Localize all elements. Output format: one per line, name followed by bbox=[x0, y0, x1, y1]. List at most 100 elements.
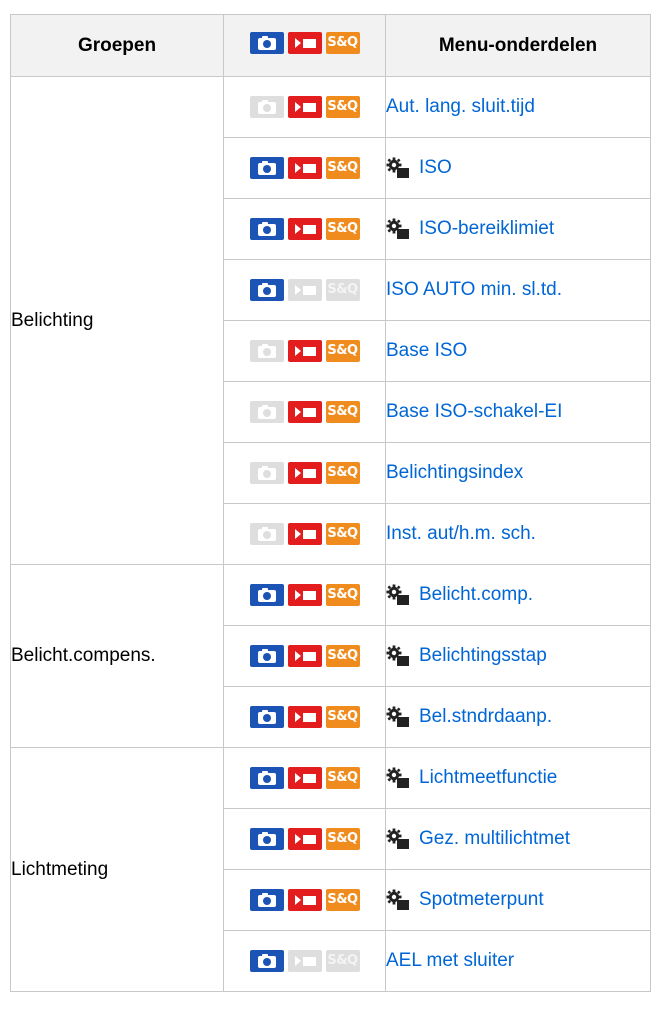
photo-mode-icon bbox=[249, 279, 284, 301]
menu-item-link[interactable]: ISO-bereiklimiet bbox=[419, 218, 554, 240]
slow-quick-mode-icon: S&Q bbox=[325, 340, 360, 362]
header-row: Groepen S&Q Menu-onderdelen bbox=[10, 14, 651, 77]
movie-mode-icon bbox=[287, 157, 322, 179]
menu-item-cell: ISO-bereiklimiet bbox=[385, 198, 651, 260]
camera-gear-icon bbox=[386, 584, 409, 605]
slow-quick-mode-icon: S&Q bbox=[325, 279, 360, 301]
slow-quick-mode-icon: S&Q bbox=[325, 706, 360, 728]
camera-gear-icon bbox=[386, 218, 409, 239]
movie-mode-icon bbox=[287, 31, 322, 54]
mode-icons: S&Q bbox=[223, 442, 386, 504]
slow-quick-mode-icon: S&Q bbox=[325, 401, 360, 423]
movie-mode-icon bbox=[287, 767, 322, 789]
menu-item-link[interactable]: Lichtmeetfunctie bbox=[419, 767, 557, 789]
movie-mode-icon bbox=[287, 584, 322, 606]
header-items: Menu-onderdelen bbox=[385, 14, 651, 77]
menu-item-cell: Base ISO bbox=[385, 320, 651, 382]
movie-mode-icon bbox=[287, 340, 322, 362]
menu-item-link[interactable]: Belichtingsstap bbox=[419, 645, 547, 667]
photo-mode-icon bbox=[249, 950, 284, 972]
camera-gear-icon bbox=[386, 706, 409, 727]
menu-item-cell: Inst. aut/h.m. sch. bbox=[385, 503, 651, 565]
slow-quick-mode-icon: S&Q bbox=[325, 645, 360, 667]
menu-item-cell: Gez. multilichtmet bbox=[385, 808, 651, 870]
slow-quick-mode-icon: S&Q bbox=[325, 889, 360, 911]
menu-item-cell: Base ISO-schakel-EI bbox=[385, 381, 651, 443]
table-row: Lichtmeting S&Q Lichtmeetfunctie bbox=[10, 747, 651, 992]
group-label: Lichtmeting bbox=[10, 747, 224, 992]
slow-quick-mode-icon: S&Q bbox=[325, 31, 360, 54]
group-label: Belichting bbox=[10, 76, 224, 565]
mode-icons: S&Q bbox=[223, 381, 386, 443]
menu-item-link[interactable]: Aut. lang. sluit.tijd bbox=[386, 96, 535, 118]
menu-item-link[interactable]: Belicht.comp. bbox=[419, 584, 533, 606]
slow-quick-mode-icon: S&Q bbox=[325, 523, 360, 545]
menu-item-cell: Bel.stndrdaanp. bbox=[385, 686, 651, 748]
menu-item-link[interactable]: Bel.stndrdaanp. bbox=[419, 706, 552, 728]
photo-mode-icon bbox=[249, 96, 284, 118]
camera-gear-icon bbox=[386, 767, 409, 788]
menu-item-link[interactable]: Base ISO-schakel-EI bbox=[386, 401, 562, 423]
mode-icons: S&Q bbox=[223, 198, 386, 260]
photo-mode-icon bbox=[249, 462, 284, 484]
movie-mode-icon bbox=[287, 645, 322, 667]
photo-mode-icon bbox=[249, 828, 284, 850]
menu-item-link[interactable]: ISO bbox=[419, 157, 452, 179]
slow-quick-mode-icon: S&Q bbox=[325, 950, 360, 972]
menu-item-cell: Belichtingsstap bbox=[385, 625, 651, 687]
movie-mode-icon bbox=[287, 218, 322, 240]
photo-mode-icon bbox=[249, 31, 284, 54]
menu-item-link[interactable]: Inst. aut/h.m. sch. bbox=[386, 523, 536, 545]
movie-mode-icon bbox=[287, 950, 322, 972]
menu-item-link[interactable]: Spotmeterpunt bbox=[419, 889, 544, 911]
menu-item-link[interactable]: AEL met sluiter bbox=[386, 950, 514, 972]
slow-quick-mode-icon: S&Q bbox=[325, 828, 360, 850]
photo-mode-icon bbox=[249, 706, 284, 728]
menu-item-cell: ISO AUTO min. sl.td. bbox=[385, 259, 651, 321]
movie-mode-icon bbox=[287, 828, 322, 850]
photo-mode-icon bbox=[249, 523, 284, 545]
menu-item-cell: Belicht.comp. bbox=[385, 564, 651, 626]
movie-mode-icon bbox=[287, 96, 322, 118]
mode-icons: S&Q bbox=[223, 320, 386, 382]
menu-item-cell: Lichtmeetfunctie bbox=[385, 747, 651, 809]
slow-quick-mode-icon: S&Q bbox=[325, 96, 360, 118]
menu-item-link[interactable]: Base ISO bbox=[386, 340, 467, 362]
slow-quick-mode-icon: S&Q bbox=[325, 584, 360, 606]
photo-mode-icon bbox=[249, 340, 284, 362]
header-groups: Groepen bbox=[10, 14, 224, 77]
menu-item-link[interactable]: Gez. multilichtmet bbox=[419, 828, 570, 850]
slow-quick-mode-icon: S&Q bbox=[325, 218, 360, 240]
mode-icons: S&Q bbox=[223, 625, 386, 687]
movie-mode-icon bbox=[287, 462, 322, 484]
mode-icons: S&Q bbox=[223, 76, 386, 138]
menu-item-cell: Spotmeterpunt bbox=[385, 869, 651, 931]
slow-quick-mode-icon: S&Q bbox=[325, 767, 360, 789]
movie-mode-icon bbox=[287, 523, 322, 545]
photo-mode-icon bbox=[249, 218, 284, 240]
movie-mode-icon bbox=[287, 279, 322, 301]
camera-gear-icon bbox=[386, 889, 409, 910]
camera-gear-icon bbox=[386, 157, 409, 178]
menu-item-cell: Belichtingsindex bbox=[385, 442, 651, 504]
photo-mode-icon bbox=[249, 401, 284, 423]
header-modes: S&Q bbox=[223, 14, 386, 77]
photo-mode-icon bbox=[249, 584, 284, 606]
slow-quick-mode-icon: S&Q bbox=[325, 462, 360, 484]
movie-mode-icon bbox=[287, 706, 322, 728]
mode-icons: S&Q bbox=[223, 930, 386, 992]
photo-mode-icon bbox=[249, 767, 284, 789]
table-row: Belicht.compens. S&Q Belicht.comp. bbox=[10, 564, 651, 748]
slow-quick-mode-icon: S&Q bbox=[325, 157, 360, 179]
mode-icons: S&Q bbox=[223, 686, 386, 748]
menu-item-link[interactable]: Belichtingsindex bbox=[386, 462, 523, 484]
menu-item-link[interactable]: ISO AUTO min. sl.td. bbox=[386, 279, 562, 301]
mode-icons: S&Q bbox=[223, 564, 386, 626]
mode-icons: S&Q bbox=[223, 137, 386, 199]
menu-item-cell: ISO bbox=[385, 137, 651, 199]
photo-mode-icon bbox=[249, 645, 284, 667]
photo-mode-icon bbox=[249, 889, 284, 911]
mode-icons: S&Q bbox=[223, 869, 386, 931]
menu-item-cell: AEL met sluiter bbox=[385, 930, 651, 992]
mode-icons: S&Q bbox=[223, 503, 386, 565]
